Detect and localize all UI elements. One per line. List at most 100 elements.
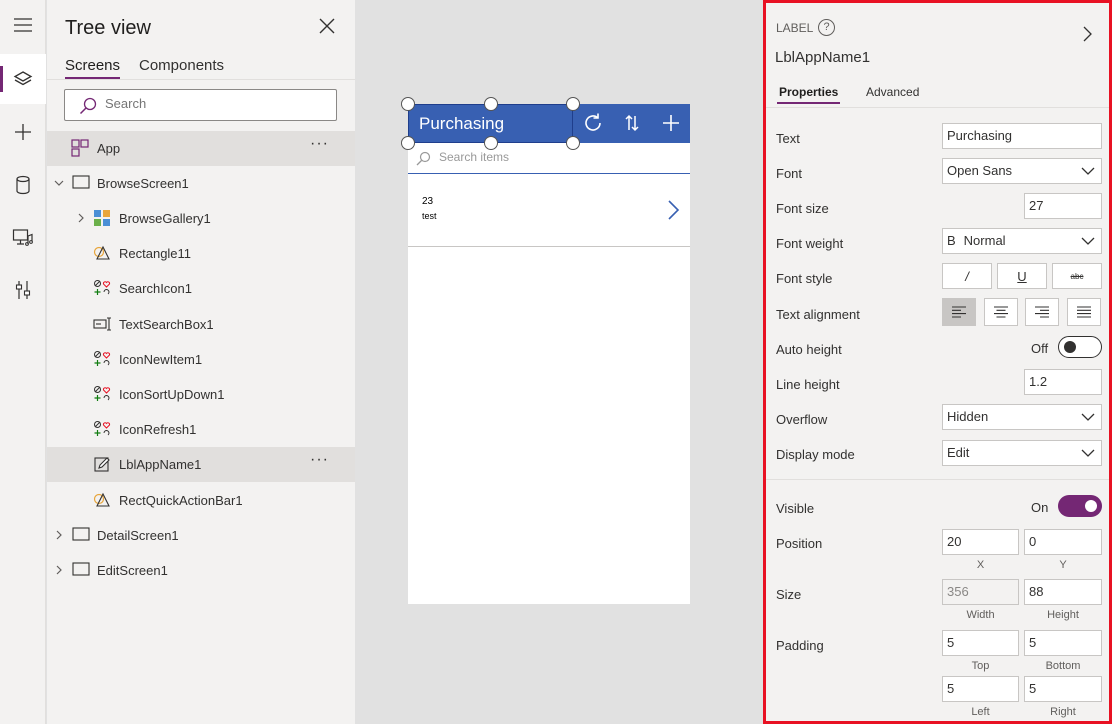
tree-item-browsescreen1[interactable]: BrowseScreen1 (47, 166, 355, 201)
insert-plus-icon[interactable] (0, 107, 46, 157)
visible-prop-label: Visible (776, 501, 815, 516)
tree-item-label: RectQuickActionBar1 (119, 493, 243, 508)
align-left-icon[interactable] (942, 298, 976, 326)
media-icon[interactable] (0, 212, 46, 262)
font-size-prop-label: Font size (776, 201, 829, 216)
gallery-item[interactable]: 23 test (408, 175, 690, 247)
tab-properties[interactable]: Properties (776, 85, 841, 104)
chevron-down-icon[interactable] (53, 177, 65, 189)
shape-icon (93, 491, 113, 511)
padding-left-input[interactable]: 5 (942, 676, 1019, 702)
more-options-icon[interactable]: ··· (310, 135, 329, 153)
icons-control-icon (93, 279, 113, 299)
font-size-input[interactable]: 27 (1024, 193, 1102, 219)
tree-item-searchicon1[interactable]: SearchIcon1 (47, 271, 355, 306)
app-search-placeholder: Search items (439, 150, 510, 164)
size-prop-label: Size (776, 587, 802, 602)
bottom-caption: Bottom (1045, 660, 1081, 672)
padding-right-input[interactable]: 5 (1024, 676, 1102, 702)
tab-components[interactable]: Components (139, 57, 224, 74)
position-x-input[interactable]: 20 (942, 529, 1019, 555)
width-input[interactable]: 356 (942, 579, 1019, 605)
refresh-icon[interactable] (582, 112, 604, 134)
tab-screens[interactable]: Screens (65, 57, 121, 79)
text-prop-label: Text (776, 131, 800, 146)
gallery-item-title: 23 (422, 196, 434, 207)
visible-toggle[interactable] (1058, 495, 1102, 517)
tree-item-browsegallery1[interactable]: BrowseGallery1 (47, 201, 355, 236)
tree-item-rectangle11[interactable]: Rectangle11 (47, 236, 355, 271)
tree-item-iconnewitem1[interactable]: IconNewItem1 (47, 342, 355, 377)
italic-button[interactable]: / (942, 263, 992, 289)
line-height-input[interactable]: 1.2 (1024, 369, 1102, 395)
tab-advanced[interactable]: Advanced (866, 85, 919, 99)
chevron-right-icon[interactable] (75, 212, 87, 224)
tree-item-iconrefresh1[interactable]: IconRefresh1 (47, 412, 355, 447)
tree-view-layers-icon[interactable] (0, 54, 46, 104)
close-icon[interactable] (317, 16, 337, 36)
tree-item-app[interactable]: App ··· (47, 131, 355, 166)
search-icon (416, 151, 431, 166)
font-dropdown[interactable]: Open Sans (942, 158, 1102, 184)
right-caption: Right (1050, 706, 1076, 718)
help-icon[interactable]: ? (818, 19, 835, 36)
tree-item-iconsortupdown1[interactable]: IconSortUpDown1 (47, 377, 355, 412)
padding-bottom-input[interactable]: 5 (1024, 630, 1102, 656)
chevron-down-icon (1081, 237, 1095, 245)
strikethrough-button[interactable]: abc (1052, 263, 1102, 289)
sort-up-down-icon[interactable] (621, 112, 643, 134)
position-y-input[interactable]: 0 (1024, 529, 1102, 555)
tree-item-textsearchbox1[interactable]: TextSearchBox1 (47, 307, 355, 342)
more-options-icon[interactable]: ··· (310, 451, 329, 469)
tree-item-lblappname1[interactable]: LblAppName1 ··· (47, 447, 355, 482)
font-prop-label: Font (776, 166, 803, 181)
padding-prop-label: Padding (776, 638, 824, 653)
padding-top-input[interactable]: 5 (942, 630, 1019, 656)
display-mode-value: Edit (947, 445, 970, 460)
tree-item-rectquickactionbar1[interactable]: RectQuickActionBar1 (47, 483, 355, 518)
tree-item-label: SearchIcon1 (119, 281, 192, 296)
resize-handle[interactable] (401, 97, 415, 111)
chevron-down-icon (1081, 413, 1095, 421)
resize-handle[interactable] (484, 97, 498, 111)
display-mode-dropdown[interactable]: Edit (942, 440, 1102, 466)
tree-item-label: EditScreen1 (97, 563, 168, 578)
chevron-right-icon[interactable] (1082, 25, 1094, 43)
tree-item-label: DetailScreen1 (97, 528, 179, 543)
tree-item-label: IconRefresh1 (119, 422, 197, 437)
screen-icon (72, 527, 92, 547)
data-cylinder-icon[interactable] (0, 160, 46, 210)
font-weight-dropdown[interactable]: B Normal (942, 228, 1102, 254)
tree-item-detailscreen1[interactable]: DetailScreen1 (47, 518, 355, 553)
search-input[interactable] (105, 96, 325, 111)
add-new-icon[interactable] (660, 112, 682, 134)
auto-height-toggle[interactable] (1058, 336, 1102, 358)
overflow-dropdown[interactable]: Hidden (942, 404, 1102, 430)
chevron-right-icon[interactable] (53, 529, 65, 541)
tree-item-label: Rectangle11 (119, 246, 192, 261)
align-justify-icon[interactable] (1067, 298, 1101, 326)
advanced-tools-icon[interactable] (0, 265, 46, 315)
chevron-right-icon[interactable] (53, 564, 65, 576)
tree-item-label: IconNewItem1 (119, 352, 203, 367)
control-name[interactable]: LblAppName1 (775, 49, 870, 66)
tree-item-editscreen1[interactable]: EditScreen1 (47, 553, 355, 588)
chevron-down-icon (1081, 167, 1095, 175)
hamburger-menu-icon[interactable] (0, 0, 46, 50)
text-input[interactable]: Purchasing (942, 123, 1102, 149)
align-right-icon[interactable] (1025, 298, 1059, 326)
resize-handle[interactable] (566, 97, 580, 111)
text-alignment-prop-label: Text alignment (776, 307, 860, 322)
app-search-box[interactable]: Search items (408, 143, 690, 174)
chevron-right-icon[interactable] (666, 199, 680, 221)
icons-control-icon (93, 420, 113, 440)
auto-height-prop-label: Auto height (776, 342, 842, 357)
tree-search-box[interactable] (64, 89, 337, 121)
auto-height-state: Off (1031, 341, 1049, 356)
screen-icon (72, 175, 92, 195)
height-input[interactable]: 88 (1024, 579, 1102, 605)
align-center-icon[interactable] (984, 298, 1018, 326)
tree-item-label: App (97, 141, 121, 156)
icons-control-icon (93, 350, 113, 370)
underline-button[interactable]: U (997, 263, 1047, 289)
